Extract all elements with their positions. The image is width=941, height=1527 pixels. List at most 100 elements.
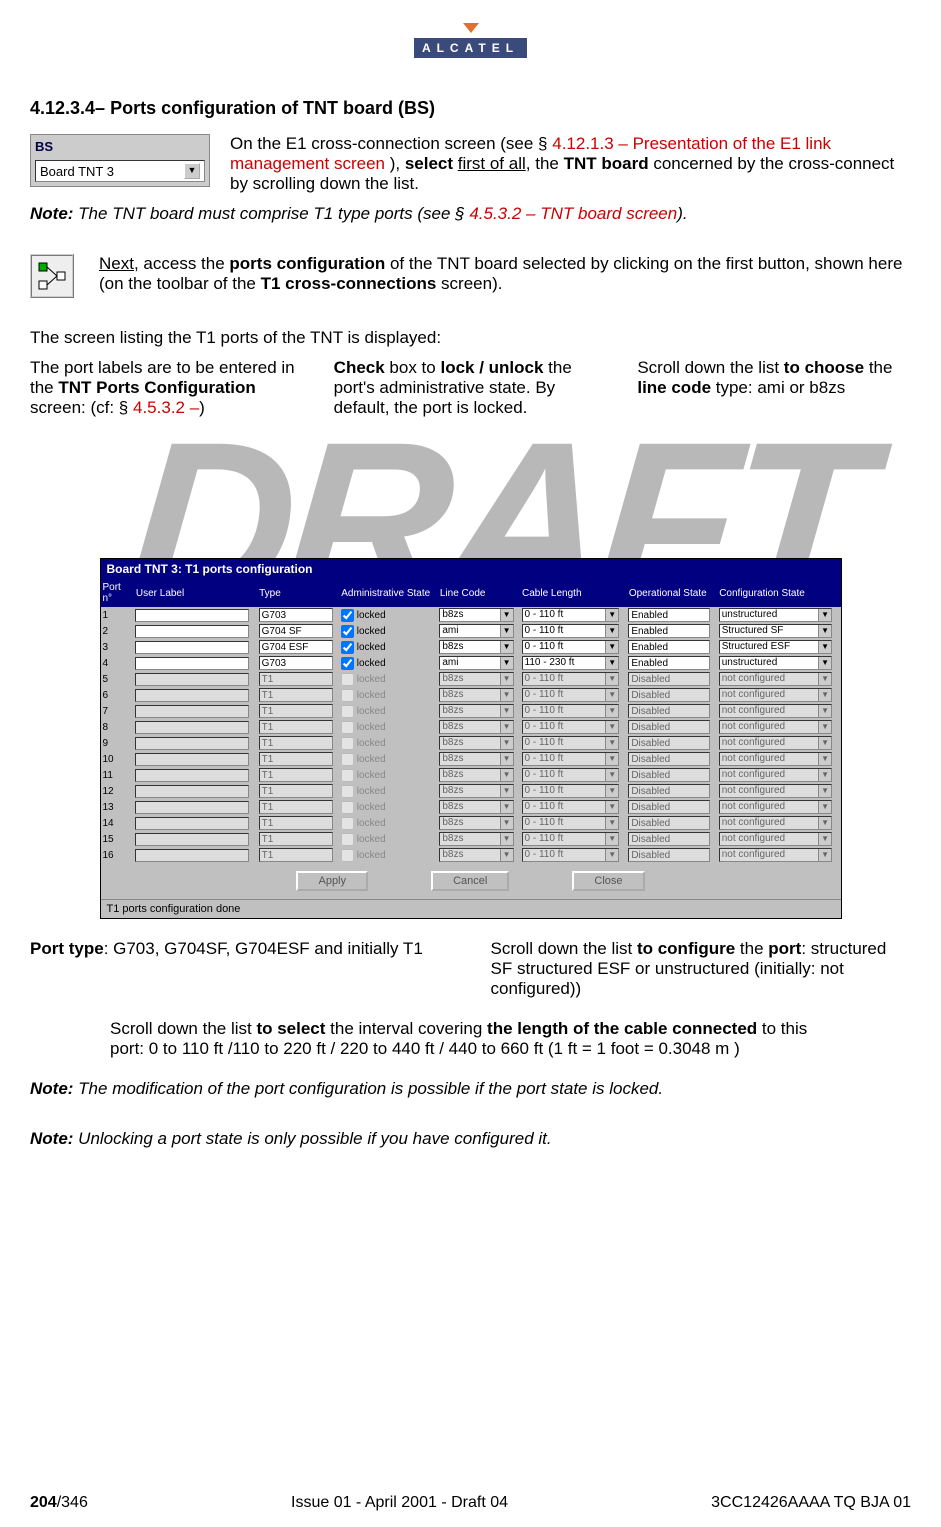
chevron-down-icon[interactable]: ▼ [818, 609, 831, 621]
locked-label: locked [357, 626, 386, 637]
chevron-down-icon: ▼ [500, 705, 513, 717]
chevron-down-icon: ▼ [605, 689, 618, 701]
user-label-input[interactable] [135, 641, 248, 654]
type-field: G703 [259, 656, 333, 670]
line-code-select: b8zs▼ [439, 848, 513, 862]
locked-checkbox [341, 849, 354, 862]
table-row: 16T1lockedb8zs▼0 - 110 ft▼Disablednot co… [101, 847, 841, 863]
button-row: Apply Cancel Close [101, 863, 841, 899]
chevron-down-icon: ▼ [605, 673, 618, 685]
user-label-input[interactable] [135, 657, 248, 670]
chevron-down-icon[interactable]: ▼ [500, 657, 513, 669]
chevron-down-icon[interactable]: ▼ [184, 163, 200, 179]
page-number: 204 [30, 1494, 57, 1511]
type-field: T1 [259, 816, 333, 830]
line-code-select: b8zs▼ [439, 672, 513, 686]
note-1: Note: The TNT board must comprise T1 typ… [30, 204, 911, 224]
annotation-line-code: Scroll down the list to choose the line … [637, 358, 911, 418]
chevron-down-icon[interactable]: ▼ [605, 625, 618, 637]
config-state-select: not configured▼ [719, 752, 832, 766]
table-row: 9T1lockedb8zs▼0 - 110 ft▼Disablednot con… [101, 735, 841, 751]
chevron-down-icon[interactable]: ▼ [818, 625, 831, 637]
table-row: 14T1lockedb8zs▼0 - 110 ft▼Disablednot co… [101, 815, 841, 831]
line-code-select: b8zs▼ [439, 832, 513, 846]
op-state-field: Disabled [628, 720, 710, 734]
th-conf: Configuration State [717, 579, 840, 607]
user-label-input [135, 705, 248, 718]
chevron-down-icon: ▼ [818, 753, 831, 765]
locked-checkbox [341, 737, 354, 750]
cable-length-select[interactable]: 0 - 110 ft▼ [522, 624, 620, 638]
chevron-down-icon: ▼ [818, 817, 831, 829]
chevron-down-icon[interactable]: ▼ [500, 641, 513, 653]
bs-dropdown[interactable]: Board TNT 3 ▼ [35, 160, 205, 182]
close-button[interactable]: Close [572, 871, 644, 891]
locked-label: locked [357, 610, 386, 621]
intro-line: The screen listing the T1 ports of the T… [30, 328, 911, 348]
op-state-field: Enabled [628, 608, 710, 622]
chevron-down-icon: ▼ [500, 833, 513, 845]
page-footer: 204/346 Issue 01 - April 2001 - Draft 04… [30, 1494, 911, 1512]
locked-label: locked [357, 754, 386, 765]
paragraph-2: Next, access the ports configuration of … [99, 254, 911, 294]
window-title: Board TNT 3: T1 ports configuration [101, 559, 841, 579]
cable-length-select[interactable]: 0 - 110 ft▼ [522, 640, 620, 654]
op-state-field: Disabled [628, 784, 710, 798]
chevron-down-icon[interactable]: ▼ [605, 609, 618, 621]
config-state-select[interactable]: unstructured▼ [719, 656, 832, 670]
user-label-input [135, 833, 248, 846]
annotation-cable-length: Scroll down the list to select the inter… [110, 1019, 831, 1059]
config-state-select[interactable]: Structured SF▼ [719, 624, 832, 638]
th-label: User Label [133, 579, 256, 607]
cell-port-num: 13 [101, 799, 134, 815]
locked-checkbox[interactable] [341, 641, 354, 654]
line-code-select[interactable]: b8zs▼ [439, 640, 513, 654]
line-code-select[interactable]: ami▼ [439, 624, 513, 638]
config-state-select: not configured▼ [719, 784, 832, 798]
locked-label: locked [357, 706, 386, 717]
locked-label: locked [357, 722, 386, 733]
cell-port-num: 12 [101, 783, 134, 799]
locked-checkbox[interactable] [341, 609, 354, 622]
cable-length-select: 0 - 110 ft▼ [522, 848, 620, 862]
locked-label: locked [357, 770, 386, 781]
chevron-down-icon[interactable]: ▼ [818, 641, 831, 653]
cable-length-select: 0 - 110 ft▼ [522, 752, 620, 766]
config-state-select[interactable]: Structured ESF▼ [719, 640, 832, 654]
locked-checkbox[interactable] [341, 625, 354, 638]
cable-length-select[interactable]: 110 - 230 ft▼ [522, 656, 620, 670]
config-state-select[interactable]: unstructured▼ [719, 608, 832, 622]
locked-label: locked [357, 786, 386, 797]
apply-button[interactable]: Apply [296, 871, 368, 891]
chevron-down-icon[interactable]: ▼ [818, 657, 831, 669]
chevron-down-icon[interactable]: ▼ [500, 625, 513, 637]
table-row: 10T1lockedb8zs▼0 - 110 ft▼Disablednot co… [101, 751, 841, 767]
op-state-field: Disabled [628, 672, 710, 686]
chevron-down-icon: ▼ [500, 721, 513, 733]
chevron-down-icon[interactable]: ▼ [605, 641, 618, 653]
op-state-field: Disabled [628, 768, 710, 782]
user-label-input [135, 769, 248, 782]
annotation-port-type: Port type: G703, G704SF, G704ESF and ini… [30, 939, 451, 999]
chevron-down-icon[interactable]: ▼ [500, 609, 513, 621]
line-code-select[interactable]: ami▼ [439, 656, 513, 670]
chevron-down-icon[interactable]: ▼ [605, 657, 618, 669]
paragraph-1: On the E1 cross-connection screen (see §… [230, 134, 911, 194]
user-label-input[interactable] [135, 609, 248, 622]
locked-checkbox [341, 705, 354, 718]
th-op: Operational State [626, 579, 716, 607]
cable-length-select: 0 - 110 ft▼ [522, 784, 620, 798]
cable-length-select[interactable]: 0 - 110 ft▼ [522, 608, 620, 622]
op-state-field: Disabled [628, 800, 710, 814]
cancel-button[interactable]: Cancel [431, 871, 509, 891]
line-code-select[interactable]: b8zs▼ [439, 608, 513, 622]
locked-checkbox[interactable] [341, 657, 354, 670]
bs-dropdown-value: Board TNT 3 [40, 164, 114, 179]
locked-label: locked [357, 738, 386, 749]
toolbar-ports-config-icon[interactable] [30, 254, 74, 298]
chevron-down-icon: ▼ [818, 705, 831, 717]
user-label-input[interactable] [135, 625, 248, 638]
type-field: T1 [259, 736, 333, 750]
type-field: T1 [259, 720, 333, 734]
chevron-down-icon: ▼ [605, 769, 618, 781]
